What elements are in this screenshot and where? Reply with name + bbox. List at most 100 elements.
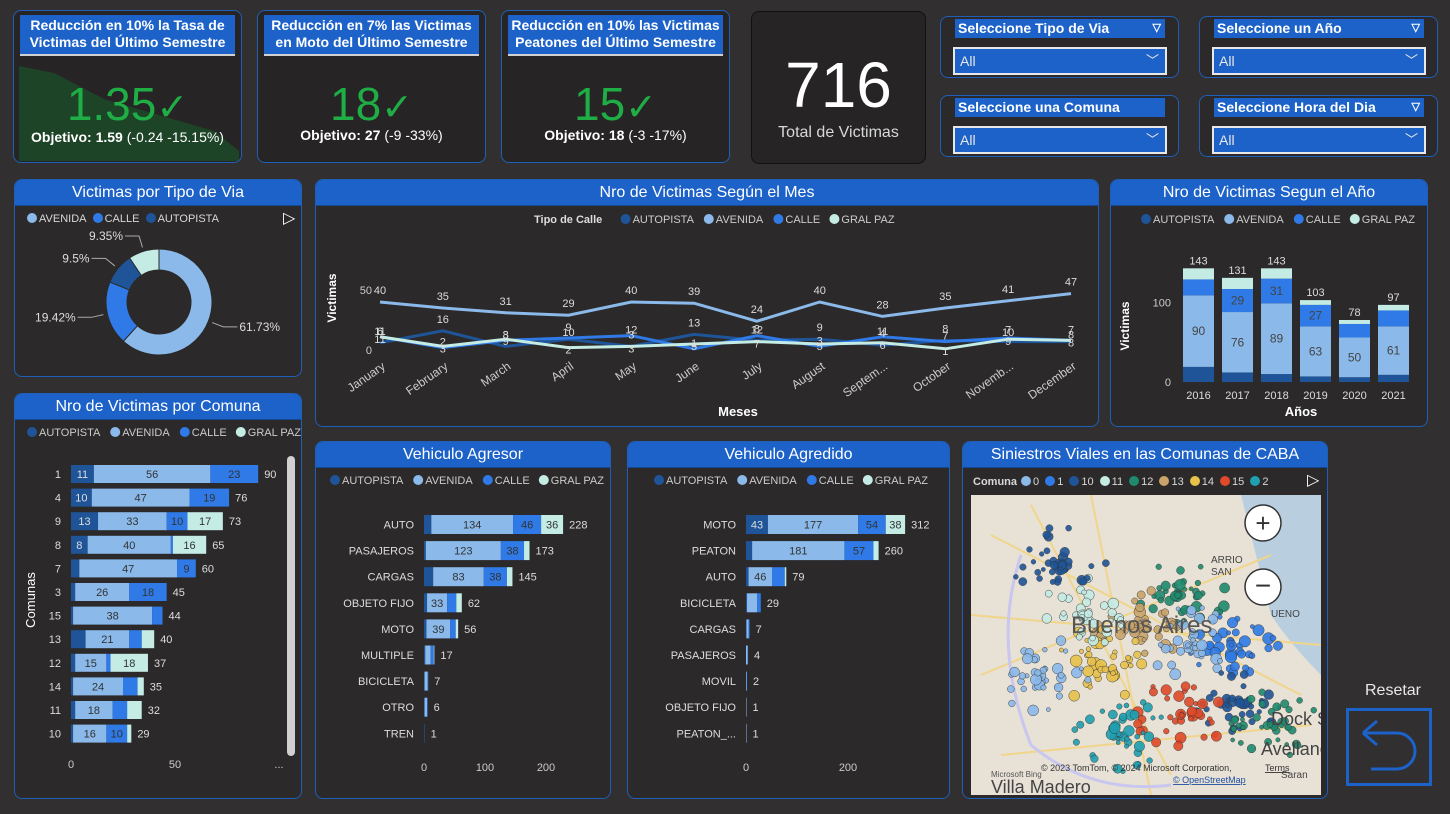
map-canvas[interactable]: Buenos Aires Dock S Avellaned Villa Madero A… <box>971 495 1321 795</box>
map-point <box>1185 642 1191 648</box>
scrollbar[interactable] <box>287 456 295 756</box>
data-label: 10 <box>111 729 123 741</box>
total-label: 37 <box>154 658 166 670</box>
total-label: 73 <box>229 516 241 528</box>
map-point <box>1018 577 1028 587</box>
map-point <box>1161 643 1171 654</box>
map-point <box>1157 596 1165 604</box>
data-label: 9 <box>503 336 509 348</box>
play-icon[interactable]: ▷ <box>1307 470 1319 490</box>
kpi-title: Reducción en 10% la Tasa de Victimas del… <box>20 15 235 56</box>
map-point <box>1134 733 1140 740</box>
data-label: 9 <box>817 322 823 334</box>
x-tick: May <box>612 359 639 383</box>
data-label: 33 <box>126 516 138 528</box>
bar-segment <box>71 583 76 601</box>
map-point <box>1046 707 1051 712</box>
map-point <box>1063 648 1069 654</box>
map-terms-link[interactable]: Terms <box>1265 763 1290 773</box>
total-label: 45 <box>173 587 185 599</box>
total-label: 97 <box>1387 292 1399 304</box>
map-point <box>1231 628 1240 637</box>
data-label: 29 <box>562 298 574 310</box>
legend-dot <box>1349 214 1360 224</box>
map-point <box>1152 660 1163 671</box>
data-label: 63 <box>1309 344 1323 358</box>
y-axis-title: Victimas <box>325 273 339 322</box>
total-label: 1 <box>431 728 437 740</box>
x-tick: 200 <box>537 762 555 774</box>
legend-item: CALLE <box>192 427 227 439</box>
map-point <box>1055 692 1063 700</box>
total-label: 173 <box>536 546 554 558</box>
bar-segment <box>772 567 785 587</box>
map-point <box>1173 741 1184 751</box>
bar-segment <box>112 701 128 719</box>
map-legend: Comuna 0 1 10 11 12 13 14 15 2 <box>973 476 1269 488</box>
donut-leader <box>91 257 116 267</box>
donut-svg: 61.73% 19.42% 9.5% 9.35% <box>35 229 280 356</box>
bar-segment <box>757 593 761 613</box>
data-label: 8 <box>76 540 82 552</box>
legend-dot <box>654 475 664 485</box>
data-label: 27 <box>1309 309 1323 323</box>
data-label: 13 <box>688 317 700 329</box>
map-osm-link[interactable]: © OpenStreetMap <box>1173 775 1246 785</box>
data-label: 6 <box>879 340 885 352</box>
x-tick: 0 <box>421 762 427 774</box>
legend-item: GRAL PAZ <box>1362 214 1415 226</box>
slicer-dropdown-hora[interactable]: All ﹀ <box>1212 126 1426 154</box>
bar-segment <box>71 653 76 672</box>
total-label: 2 <box>753 676 759 688</box>
bar-segment <box>747 645 749 665</box>
x-tick: 0 <box>743 762 749 774</box>
category-label: 11 <box>50 705 61 717</box>
total-label: 29 <box>767 598 779 610</box>
check-icon: ✓ <box>381 87 413 129</box>
data-label: 134 <box>463 520 481 532</box>
y-tick: 0 <box>1165 377 1171 389</box>
slicer-dropdown-tipo-via[interactable]: All ﹀ <box>953 47 1167 75</box>
check-icon: ✓ <box>156 87 189 129</box>
bar-segment <box>1339 377 1370 382</box>
legend-dot <box>829 214 840 224</box>
data-label: 8 <box>1068 337 1074 349</box>
bar-segment <box>746 593 748 613</box>
map-point <box>1248 653 1254 658</box>
map-point <box>1229 642 1235 648</box>
bar-segment <box>71 606 74 625</box>
total-label: 228 <box>569 520 587 532</box>
legend-item: 10 <box>1069 476 1096 488</box>
y-tick: 100 <box>1153 298 1171 310</box>
map-point <box>1176 646 1185 656</box>
legend-item: CALLE <box>819 475 854 487</box>
map-point <box>1258 688 1266 696</box>
map-point <box>1124 736 1130 742</box>
total-label: 79 <box>792 572 804 584</box>
bar-segment <box>450 619 456 639</box>
map-place-label: UENO <box>1271 609 1300 620</box>
bar-segment <box>424 697 428 717</box>
slicer-dropdown-anio[interactable]: All ﹀ <box>1212 47 1426 75</box>
data-label: 13 <box>78 516 90 528</box>
map-point <box>1193 591 1203 600</box>
kpi-objective: Objetivo: 1.59 (-0.24 -15.15%) <box>31 129 224 145</box>
data-label: 7 <box>942 331 948 343</box>
data-label: 11 <box>77 469 88 481</box>
legend-item: AUTOPISTA <box>1153 214 1215 226</box>
data-label: 39 <box>688 286 700 298</box>
map-point <box>1228 694 1236 702</box>
data-label: 18 <box>142 587 154 599</box>
data-label: 12 <box>625 325 637 337</box>
map-point <box>1252 713 1261 722</box>
reset-button[interactable] <box>1346 708 1432 786</box>
map-point <box>1188 586 1194 592</box>
bar-segment <box>1183 268 1214 280</box>
chevron-down-icon: ﹀ <box>1145 53 1159 68</box>
slicer-dropdown-comuna[interactable]: All ﹀ <box>953 126 1167 154</box>
map-point <box>1059 647 1064 653</box>
category-label: 10 <box>49 729 61 741</box>
data-label: 18 <box>123 658 135 670</box>
bar-segment <box>71 559 80 578</box>
chevron-down-icon: ▽ <box>1411 101 1420 113</box>
